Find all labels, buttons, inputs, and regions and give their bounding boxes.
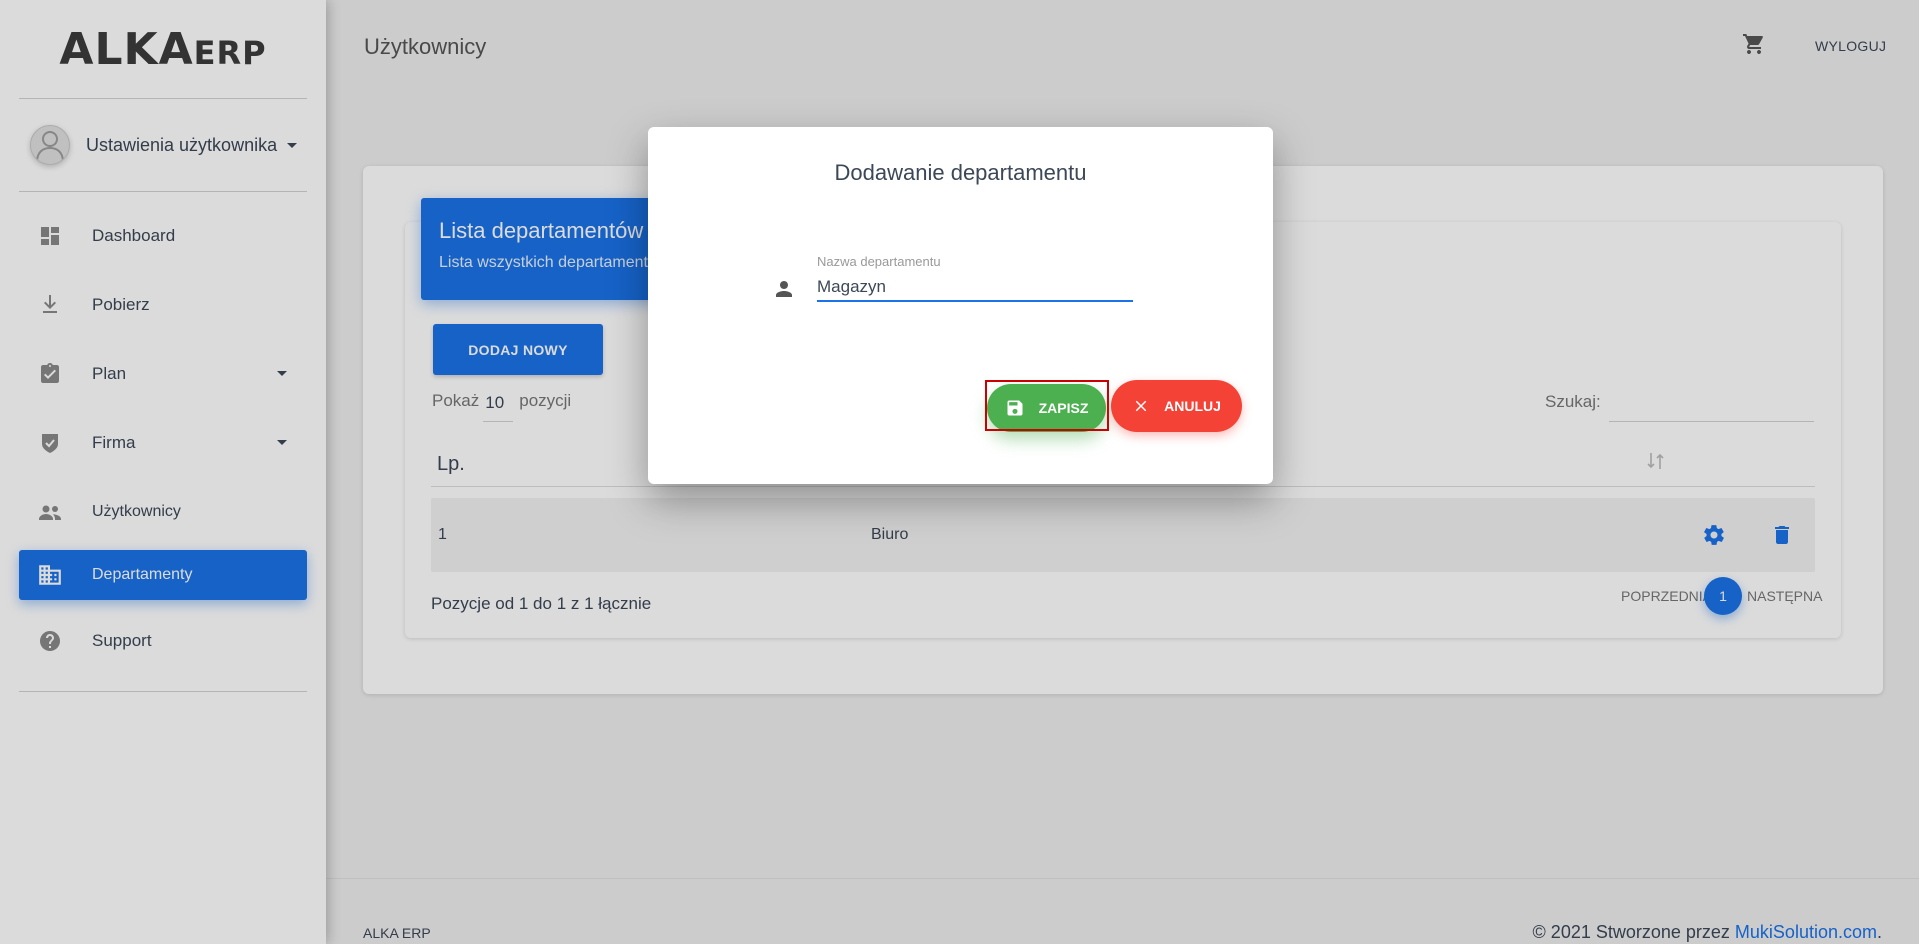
person-icon bbox=[772, 277, 796, 306]
dialog-title: Dodawanie departamentu bbox=[834, 160, 1087, 185]
save-button[interactable]: ZAPISZ bbox=[987, 384, 1106, 432]
cancel-label: ANULUJ bbox=[1164, 398, 1221, 414]
department-name-label: Nazwa departamentu bbox=[817, 254, 941, 269]
cancel-button[interactable]: ANULUJ bbox=[1111, 380, 1242, 432]
department-name-input[interactable] bbox=[817, 274, 1133, 302]
floppy-disk-icon bbox=[1005, 398, 1025, 418]
save-label: ZAPISZ bbox=[1038, 400, 1089, 416]
add-department-dialog: Dodawanie departamentu Nazwa departament… bbox=[648, 127, 1273, 484]
close-icon bbox=[1132, 397, 1150, 415]
